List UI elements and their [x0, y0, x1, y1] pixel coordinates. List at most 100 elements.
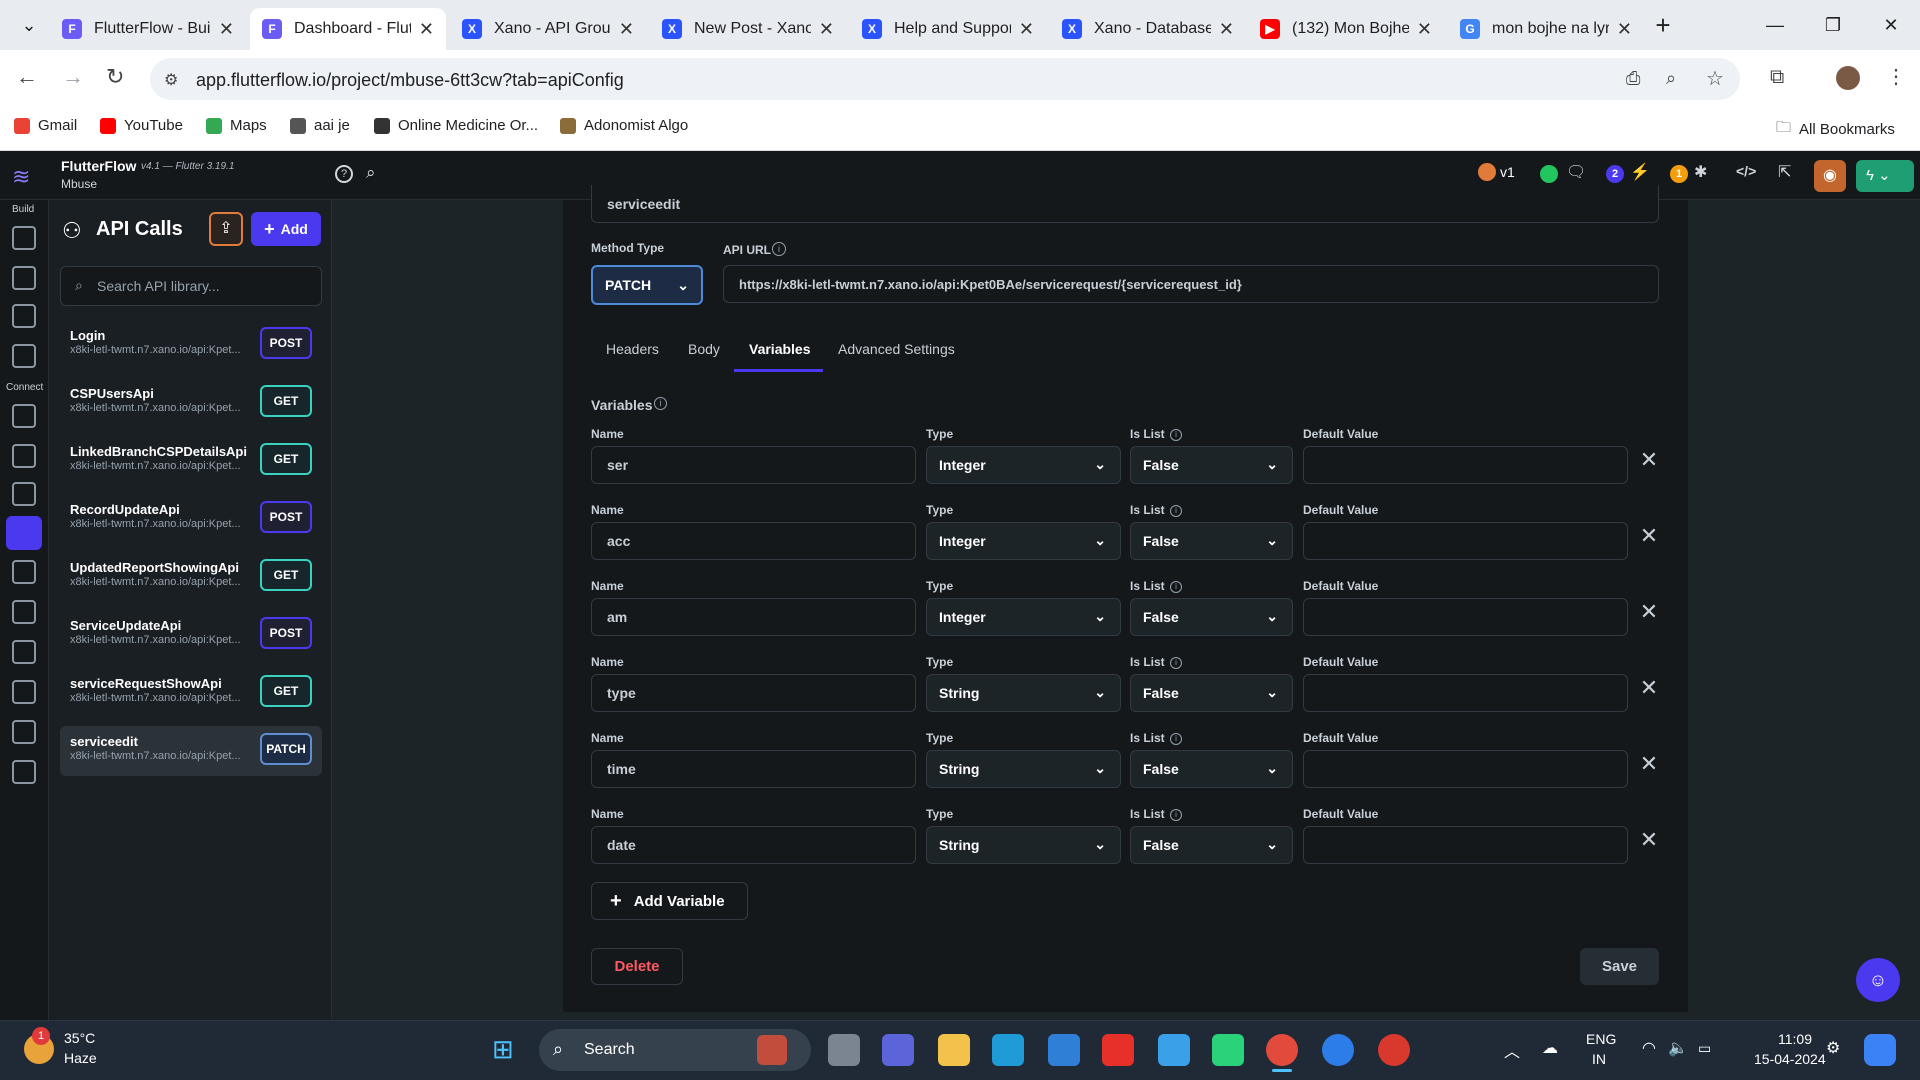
bookmark-star-icon[interactable]: ☆ [1706, 66, 1724, 91]
save-button[interactable]: Save [1580, 948, 1659, 985]
variable-type-dropdown[interactable]: Integer ⌄ [926, 522, 1121, 560]
browser-tab[interactable]: X New Post - Xano ✕ [650, 8, 846, 50]
browser-tab[interactable]: F Dashboard - Flutte ✕ [250, 8, 446, 50]
taskbar-search[interactable]: ⌕ Search [539, 1029, 811, 1071]
variable-name-input[interactable]: acc [591, 522, 916, 560]
media-assets-icon[interactable] [12, 560, 36, 584]
lang-primary[interactable]: ENG [1586, 1031, 1616, 1047]
is-list-dropdown[interactable]: False ⌄ [1130, 522, 1293, 560]
data-types-icon[interactable] [12, 444, 36, 468]
bookmark-item[interactable]: Gmail [14, 117, 77, 134]
variable-name-input[interactable]: date [591, 826, 916, 864]
is-list-dropdown[interactable]: False ⌄ [1130, 598, 1293, 636]
app-state-icon[interactable] [12, 482, 36, 506]
browser-tab[interactable]: ▶ (132) Mon Bojhe ✕ [1248, 8, 1444, 50]
is-list-info-icon[interactable]: i [1170, 505, 1182, 517]
default-value-input[interactable] [1303, 750, 1628, 788]
tab-variables[interactable]: Variables [749, 341, 811, 357]
clock-time[interactable]: 11:09 [1778, 1031, 1812, 1047]
tab-search-icon[interactable]: ⌄ [6, 8, 52, 42]
wifi-icon[interactable]: ◠ [1642, 1038, 1656, 1058]
cloud-functions-icon[interactable] [12, 640, 36, 664]
project-name[interactable]: Mbuse [61, 177, 97, 191]
url-text[interactable]: app.flutterflow.io/project/mbuse-6tt3cw?… [196, 70, 624, 91]
components-icon[interactable] [12, 304, 36, 328]
delete-button[interactable]: Delete [591, 948, 683, 985]
default-value-input[interactable] [1303, 826, 1628, 864]
chrome-icon[interactable] [1266, 1034, 1298, 1066]
variable-type-dropdown[interactable]: String ⌄ [926, 674, 1121, 712]
check-status-icon[interactable] [1540, 165, 1558, 183]
install-icon[interactable]: ⎙ [1626, 68, 1640, 89]
comments-icon[interactable]: 🗨 [1566, 162, 1586, 182]
bookmark-item[interactable]: YouTube [100, 117, 183, 134]
battery-icon[interactable]: ▭ [1698, 1040, 1711, 1057]
open-external-icon[interactable]: ⇱ [1778, 162, 1791, 182]
tab-close-icon[interactable]: ✕ [219, 19, 234, 40]
run-button[interactable]: ϟ ⌄ [1856, 160, 1914, 192]
task-view-icon[interactable] [828, 1034, 860, 1066]
is-list-dropdown[interactable]: False ⌄ [1130, 674, 1293, 712]
copilot-icon[interactable] [1864, 1034, 1896, 1066]
api-url-field[interactable]: https://x8ki-letl-twmt.n7.xano.io/api:Kp… [723, 265, 1659, 303]
method-dropdown[interactable]: PATCH ⌄ [591, 265, 703, 305]
storyboard-icon[interactable] [12, 344, 36, 368]
is-list-info-icon[interactable]: i [1170, 809, 1182, 821]
browser-tab[interactable]: X Xano - Database ✕ [1050, 8, 1246, 50]
widget-tree-icon[interactable] [12, 226, 36, 250]
tab-body[interactable]: Body [688, 341, 720, 357]
lang-secondary[interactable]: IN [1592, 1051, 1606, 1067]
variable-type-dropdown[interactable]: Integer ⌄ [926, 446, 1121, 484]
pages-icon[interactable] [12, 266, 36, 290]
tab-close-icon[interactable]: ✕ [619, 19, 634, 40]
variable-name-input[interactable]: type [591, 674, 916, 712]
remove-variable-icon[interactable]: ✕ [1639, 523, 1659, 549]
close-window-icon[interactable]: ✕ [1868, 8, 1914, 42]
notification-icon[interactable]: ⚙ [1826, 1038, 1840, 1058]
menu-icon[interactable]: ⋮ [1886, 64, 1906, 89]
remove-variable-icon[interactable]: ✕ [1639, 599, 1659, 625]
variable-name-input[interactable]: time [591, 750, 916, 788]
api-calls-icon[interactable] [6, 516, 42, 550]
restore-icon[interactable]: ❐ [1810, 8, 1856, 42]
tab-close-icon[interactable]: ✕ [1219, 19, 1234, 40]
browser-tab[interactable]: Gmon bojhe na lyri ✕ [1448, 8, 1644, 50]
custom-code-icon[interactable] [12, 600, 36, 624]
zoom-icon[interactable]: ⌕ [1666, 68, 1676, 89]
api-call-item[interactable]: LinkedBranchCSPDetailsApi x8ki-letl-twmt.… [60, 436, 322, 486]
all-bookmarks-button[interactable]: 🗀 All Bookmarks [1776, 117, 1895, 142]
debug-icon[interactable]: ✱ [1694, 162, 1707, 182]
help-icon[interactable]: ? [335, 165, 353, 183]
tab-close-icon[interactable]: ✕ [1019, 19, 1034, 40]
remove-variable-icon[interactable]: ✕ [1639, 447, 1659, 473]
onedrive-icon[interactable]: ☁ [1542, 1038, 1558, 1058]
firestore-icon[interactable] [12, 404, 36, 428]
variable-type-dropdown[interactable]: String ⌄ [926, 826, 1121, 864]
warnings-count[interactable]: 1 [1670, 165, 1688, 183]
add-api-button[interactable]: + Add [251, 212, 321, 246]
is-list-info-icon[interactable]: i [1170, 429, 1182, 441]
variable-name-input[interactable]: am [591, 598, 916, 636]
minimize-icon[interactable]: — [1752, 8, 1798, 42]
version-chip[interactable]: v1 [1478, 163, 1515, 181]
wps-icon[interactable] [1378, 1034, 1410, 1066]
teams-icon[interactable] [882, 1034, 914, 1066]
tab-advanced-settings[interactable]: Advanced Settings [838, 341, 955, 357]
remove-variable-icon[interactable]: ✕ [1639, 751, 1659, 777]
api-call-item[interactable]: ServiceUpdateApi x8ki-letl-twmt.n7.xano.i… [60, 610, 322, 660]
theme-icon[interactable] [12, 720, 36, 744]
default-value-input[interactable] [1303, 598, 1628, 636]
api-call-item[interactable]: Login x8ki-letl-twmt.n7.xano.io/api:Kpet.… [60, 320, 322, 370]
tab-close-icon[interactable]: ✕ [819, 19, 834, 40]
browser-tab[interactable]: X Xano - API Group ✕ [450, 8, 646, 50]
api-call-item[interactable]: serviceedit x8ki-letl-twmt.n7.xano.io/api… [60, 726, 322, 776]
preview-eye-button[interactable]: ◉ [1814, 160, 1846, 192]
anydesk-icon[interactable] [1102, 1034, 1134, 1066]
variables-info-icon[interactable]: i [654, 397, 667, 410]
default-value-input[interactable] [1303, 522, 1628, 560]
vscode-like-icon[interactable] [1158, 1034, 1190, 1066]
add-variable-button[interactable]: + Add Variable [591, 882, 748, 920]
chat-support-icon[interactable]: ☺ [1856, 958, 1900, 1002]
api-call-item[interactable]: serviceRequestShowApi x8ki-letl-twmt.n7.x… [60, 668, 322, 718]
sync-icon[interactable]: ⚡ [1630, 162, 1650, 182]
